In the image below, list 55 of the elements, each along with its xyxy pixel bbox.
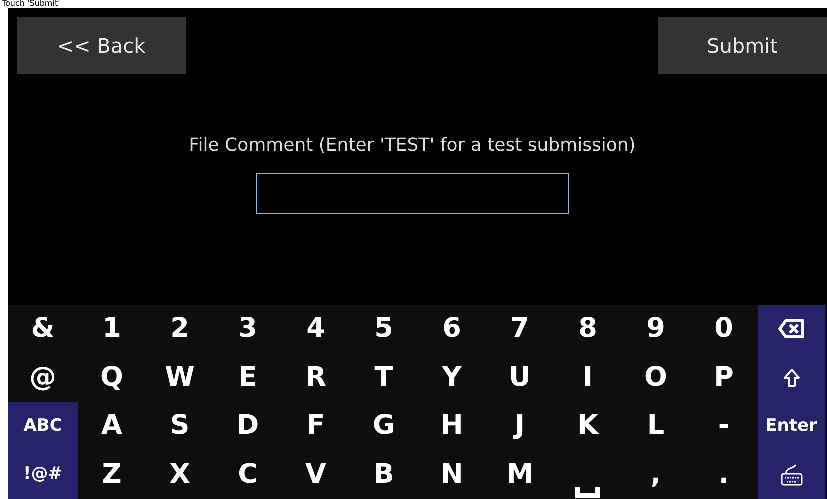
keyboard-key[interactable]: ABC [8,402,78,450]
backspace-icon [778,319,806,340]
keyboard-key[interactable]: P [690,354,758,402]
keyboard-key[interactable]: 5 [350,305,418,354]
keyboard-key[interactable]: & [8,305,78,354]
backspace-key[interactable] [758,305,825,354]
keyboard-key[interactable]: - [690,402,758,450]
keyboard-key[interactable]: , [622,450,690,499]
keyboard-key[interactable]: U [486,354,554,402]
keyboard-key[interactable]: J [486,402,554,450]
comment-field[interactable] [256,173,569,214]
comment-label: File Comment (Enter 'TEST' for a test submission) [189,134,636,158]
keyboard-key[interactable]: E [214,354,282,402]
keyboard-key[interactable]: . [690,450,758,499]
keyboard-key[interactable]: Enter [758,402,825,450]
back-button[interactable]: << Back [17,17,186,74]
keyboard-key[interactable]: H [418,402,486,450]
keyboard-key[interactable]: Z [78,450,146,499]
keyboard-key[interactable]: !@# [8,450,78,499]
keyboard-key[interactable]: X [146,450,214,499]
keyboard-key[interactable]: V [282,450,350,499]
keyboard-key[interactable]: 3 [214,305,282,354]
instruction-text: Touch 'Submit' [2,0,60,8]
keyboard-key[interactable]: 7 [486,305,554,354]
keyboard-key[interactable]: 1 [78,305,146,354]
keyboard-key[interactable]: W [146,354,214,402]
keyboard-key[interactable]: Y [418,354,486,402]
keyboard-key[interactable]: @ [8,354,78,402]
keyboard-key[interactable]: N [418,450,486,499]
hide-keyboard-key[interactable] [758,450,825,499]
keyboard-key[interactable]: 9 [622,305,690,354]
keyboard-key[interactable]: 0 [690,305,758,354]
keyboard-key[interactable]: G [350,402,418,450]
keyboard-key[interactable]: 2 [146,305,214,354]
space-icon [575,487,601,499]
keyboard-icon [780,462,804,487]
keyboard-key[interactable]: B [350,450,418,499]
keyboard-key[interactable]: D [214,402,282,450]
keyboard-key[interactable]: A [78,402,146,450]
keyboard-key[interactable]: T [350,354,418,402]
keyboard-key[interactable]: R [282,354,350,402]
keyboard-key[interactable]: I [554,354,622,402]
keyboard-key[interactable]: F [282,402,350,450]
keyboard-key[interactable]: O [622,354,690,402]
submit-button[interactable]: Submit [658,17,827,74]
shift-icon [782,368,800,388]
keyboard-key[interactable]: L [622,402,690,450]
keyboard-key[interactable]: 8 [554,305,622,354]
keyboard-key[interactable]: 4 [282,305,350,354]
keyboard-key[interactable]: 6 [418,305,486,354]
keyboard-key[interactable]: Q [78,354,146,402]
keyboard-key[interactable]: K [554,402,622,450]
keyboard-key[interactable]: M [486,450,554,499]
keyboard-key[interactable]: S [146,402,214,450]
keyboard-key[interactable]: C [214,450,282,499]
